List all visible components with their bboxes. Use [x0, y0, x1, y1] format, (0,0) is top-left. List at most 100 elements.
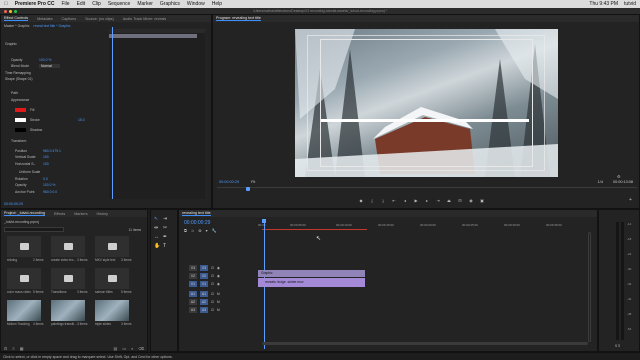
shadow-color-swatch[interactable] [15, 127, 26, 132]
search-icon[interactable]: ⌕ [131, 346, 133, 351]
minimize-window-button[interactable] [9, 9, 12, 13]
effect-row-graphic[interactable]: Graphic [5, 41, 33, 46]
playhead-head[interactable] [262, 219, 266, 223]
effect-row-rotation[interactable]: Rotation 0.0 [15, 176, 48, 181]
effect-row-appearance[interactable]: Appearance [11, 97, 39, 102]
timeline-tab[interactable]: revealing text title [182, 211, 211, 216]
program-playhead[interactable] [246, 187, 250, 191]
clip-graphic[interactable]: Graphic [258, 270, 365, 277]
extract-icon[interactable]: ⊟ [457, 197, 463, 203]
bin-name[interactable]: Motion Tracking [7, 322, 30, 326]
program-scrub-bar[interactable] [217, 187, 637, 191]
eye-icon[interactable]: ◉ [217, 266, 220, 270]
bin-thumbnail[interactable] [7, 236, 41, 257]
reveal-line-shape[interactable] [321, 119, 529, 122]
menu-help[interactable]: Help [212, 1, 222, 7]
track-source-patch[interactable]: A1 [189, 291, 197, 297]
bin-name[interactable]: MKV style text [95, 258, 115, 262]
type-tool-icon[interactable]: T [163, 243, 172, 249]
bin-thumbnail[interactable] [95, 300, 129, 321]
comparison-view-icon[interactable]: ▣ [479, 197, 485, 203]
track-source-patch[interactable]: V3 [189, 265, 197, 271]
track-target-toggle[interactable]: A1 [200, 291, 208, 297]
effect-row-value[interactable]: 0.0 [43, 177, 48, 181]
playhead-marker[interactable] [112, 27, 113, 199]
bin-name[interactable]: triple slides [95, 322, 111, 326]
play-stop-icon[interactable]: ▶ [413, 197, 419, 203]
tab-effect-controls[interactable]: Effect Controls [4, 16, 29, 21]
effect-row-opacity[interactable]: Opacity 100.0 % [15, 182, 55, 187]
fill-color-swatch[interactable] [15, 107, 26, 112]
timeline-vertical-scrollbar[interactable] [588, 232, 591, 342]
track-header-a2[interactable]: A2 A2 ⊡ M [189, 298, 220, 306]
effect-row-stroke[interactable]: Stroke 15.0 [15, 117, 85, 122]
effect-row-anchor-point[interactable]: Anchor Point 960.0 0.0 [15, 189, 57, 194]
bin-thumbnail[interactable] [51, 300, 85, 321]
bin-thumbnail[interactable] [95, 236, 129, 257]
linked-selection-icon[interactable]: ⊗ [198, 228, 201, 233]
master-clip-label[interactable]: Master * Graphic [4, 24, 29, 30]
effect-controls-mini-timeline[interactable] [109, 27, 205, 199]
snap-icon[interactable]: ⊃ [191, 228, 194, 233]
menu-graphics[interactable]: Graphics [160, 1, 180, 7]
menu-window[interactable]: Window [187, 1, 205, 7]
go-to-in-icon[interactable]: ⇤ [391, 197, 397, 203]
timeline-horizontal-scrollbar[interactable] [262, 342, 588, 345]
tab-source[interactable]: Source: (no clips) [85, 17, 114, 21]
bin-thumbnail[interactable] [7, 300, 41, 321]
track-target-toggle[interactable]: V1 [200, 281, 208, 287]
tab-captions[interactable]: Captions [62, 17, 77, 21]
bin-name[interactable]: create video tex... [51, 258, 76, 262]
effect-row-position[interactable]: Position 960.0 479.1 [15, 148, 61, 153]
go-to-out-icon[interactable]: ⇥ [435, 197, 441, 203]
new-item-icon[interactable]: ▤ [114, 346, 118, 351]
apple-menu-icon[interactable]:  [4, 1, 8, 7]
zoom-window-button[interactable] [14, 9, 17, 13]
work-area-bar[interactable] [262, 229, 367, 230]
effect-row-opacity[interactable]: Opacity 100.0 % [11, 57, 51, 62]
track-header-a1[interactable]: A1 A1 ⊡ M [189, 290, 220, 298]
mute-icon[interactable]: M [217, 300, 220, 304]
menu-file[interactable]: File [62, 1, 70, 7]
mini-graphic-clip[interactable] [109, 34, 197, 38]
program-monitor-title[interactable]: Program: revealing text title [216, 16, 261, 21]
track-source-patch[interactable]: A3 [189, 307, 197, 313]
settings-wrench-icon[interactable]: ⚙ [617, 174, 621, 179]
effect-row-value[interactable]: Normal [39, 63, 60, 68]
pen-tool-icon[interactable]: ✒ [163, 234, 172, 240]
mute-icon[interactable]: M [217, 308, 220, 312]
slip-tool-icon[interactable]: ↔ [154, 234, 163, 240]
effect-row-fill[interactable]: Fill [15, 107, 58, 112]
bin-thumbnail[interactable] [51, 268, 85, 289]
effect-row-uniform-scale[interactable]: Uniform Scale [19, 169, 47, 174]
stroke-color-swatch[interactable] [15, 117, 26, 122]
tab-project[interactable]: Project: _tutvid-recording [4, 211, 45, 216]
effect-row-shape-shape-01[interactable]: Shape (Shape 01) [5, 76, 33, 81]
lock-track-icon[interactable]: ⊡ [211, 300, 214, 304]
eye-icon[interactable]: ◉ [217, 282, 220, 286]
razor-tool-icon[interactable]: ✂ [163, 225, 172, 231]
bin-thumbnail[interactable] [51, 236, 85, 257]
effect-row-value[interactable]: 960.0 479.1 [43, 149, 61, 153]
add-marker-timeline-icon[interactable]: ▾ [206, 228, 208, 233]
trash-icon[interactable]: ⌫ [138, 346, 148, 351]
effect-controls-timecode[interactable]: 00:00:00:29 [4, 202, 23, 206]
effect-row-horizontal-s[interactable]: Horizontal S... 100 [15, 161, 49, 166]
effect-row-value[interactable]: 960.0 0.0 [43, 190, 57, 194]
bin-name[interactable]: salmon titles [95, 290, 113, 294]
lift-icon[interactable]: ⏏ [446, 197, 452, 203]
lock-track-icon[interactable]: ⊡ [211, 266, 214, 270]
track-target-toggle[interactable]: A3 [200, 307, 208, 313]
tab-audio-track-mixer[interactable]: Audio Track Mixer: reveals [123, 17, 166, 21]
tab-metadata[interactable]: Metadata [37, 17, 52, 21]
zoom-select[interactable]: Fit [251, 180, 255, 184]
export-frame-icon[interactable]: ◉ [468, 197, 474, 203]
list-view-icon[interactable]: ≡ [12, 346, 14, 351]
effect-row-time-remapping[interactable]: Time Remapping [5, 70, 33, 75]
hand-tool-icon[interactable]: ✋ [154, 243, 163, 249]
menu-marker[interactable]: Marker [137, 1, 153, 7]
bin-thumbnail[interactable] [95, 268, 129, 289]
track-source-patch[interactable]: V2 [189, 273, 197, 279]
bin-name[interactable]: color mass video [7, 290, 31, 294]
clip-video[interactable]: reveals: fudge -winter.mov [258, 278, 365, 287]
